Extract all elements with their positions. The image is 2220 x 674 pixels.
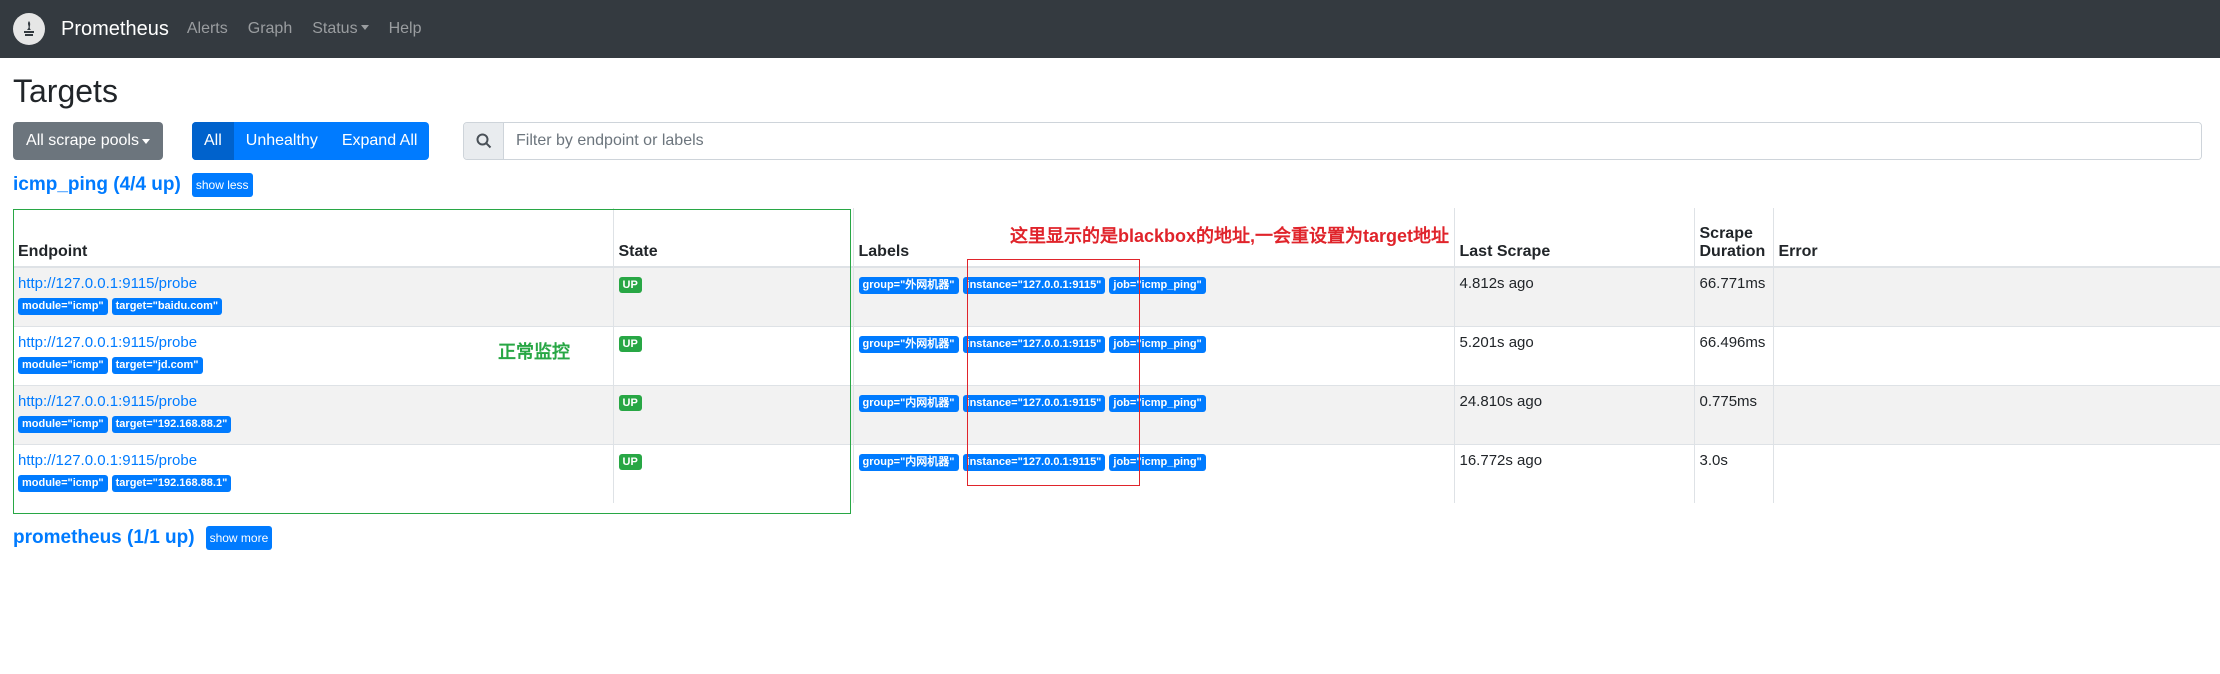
nav-status-label: Status bbox=[312, 20, 358, 37]
label-badge: group="内网机器" bbox=[858, 394, 959, 412]
column-error: Error bbox=[1772, 208, 2220, 268]
label-badge: group="内网机器" bbox=[858, 453, 959, 471]
error-cell bbox=[1772, 443, 2220, 503]
pool-title[interactable]: icmp_ping (4/4 up) bbox=[13, 174, 181, 196]
scrape-duration: 3.0s bbox=[1693, 443, 1773, 503]
navbar: Prometheus Alerts Graph Status Help bbox=[0, 0, 2220, 58]
nav-graph[interactable]: Graph bbox=[248, 20, 292, 38]
scrape-pools-label: All scrape pools bbox=[26, 132, 139, 149]
show-less-button[interactable]: show less bbox=[191, 173, 253, 197]
filter-all-button[interactable]: All bbox=[192, 122, 234, 160]
error-cell bbox=[1772, 384, 2220, 444]
last-scrape: 5.201s ago bbox=[1453, 325, 1694, 385]
scrape-duration: 0.775ms bbox=[1693, 384, 1773, 444]
pool-header-icmp-ping: icmp_ping (4/4 up) show less bbox=[13, 173, 253, 197]
annotation-red-text: 这里显示的是blackbox的地址,一会重设置为target地址 bbox=[1010, 226, 1450, 246]
scrape-duration: 66.496ms bbox=[1693, 325, 1773, 385]
nav-links: Alerts Graph Status Help bbox=[187, 20, 442, 38]
pool-title[interactable]: prometheus (1/1 up) bbox=[13, 527, 195, 549]
filter-button-group: All Unhealthy Expand All bbox=[192, 122, 430, 160]
search-input[interactable] bbox=[504, 123, 2201, 159]
brand[interactable]: Prometheus bbox=[13, 13, 169, 45]
brand-name: Prometheus bbox=[61, 17, 169, 40]
search-icon bbox=[464, 123, 504, 159]
last-scrape: 24.810s ago bbox=[1453, 384, 1694, 444]
expand-all-button[interactable]: Expand All bbox=[330, 122, 430, 160]
column-last-scrape: Last Scrape bbox=[1453, 208, 1694, 268]
prometheus-logo-icon bbox=[13, 13, 45, 45]
label-badge: group="外网机器" bbox=[858, 335, 959, 353]
scrape-duration: 66.771ms bbox=[1693, 266, 1773, 326]
page-title: Targets bbox=[13, 73, 118, 109]
filter-unhealthy-button[interactable]: Unhealthy bbox=[234, 122, 330, 160]
last-scrape: 16.772s ago bbox=[1453, 443, 1694, 503]
scrape-pools-dropdown[interactable]: All scrape pools bbox=[13, 122, 163, 160]
annotation-green-text: 正常监控 bbox=[498, 342, 570, 362]
error-cell bbox=[1772, 266, 2220, 326]
chevron-down-icon bbox=[141, 138, 150, 144]
column-scrape-duration: Scrape Duration bbox=[1693, 208, 1773, 268]
nav-help[interactable]: Help bbox=[389, 20, 422, 38]
nav-alerts[interactable]: Alerts bbox=[187, 20, 228, 38]
annotation-green-box bbox=[13, 209, 851, 514]
chevron-down-icon bbox=[360, 25, 369, 30]
last-scrape: 4.812s ago bbox=[1453, 266, 1694, 326]
nav-status-dropdown[interactable]: Status bbox=[312, 20, 369, 38]
pool-header-prometheus: prometheus (1/1 up) show more bbox=[13, 526, 273, 550]
label-badge: group="外网机器" bbox=[858, 277, 959, 294]
show-more-button[interactable]: show more bbox=[205, 526, 273, 550]
search-box bbox=[463, 122, 2202, 160]
error-cell bbox=[1772, 325, 2220, 385]
annotation-red-box bbox=[967, 259, 1140, 486]
